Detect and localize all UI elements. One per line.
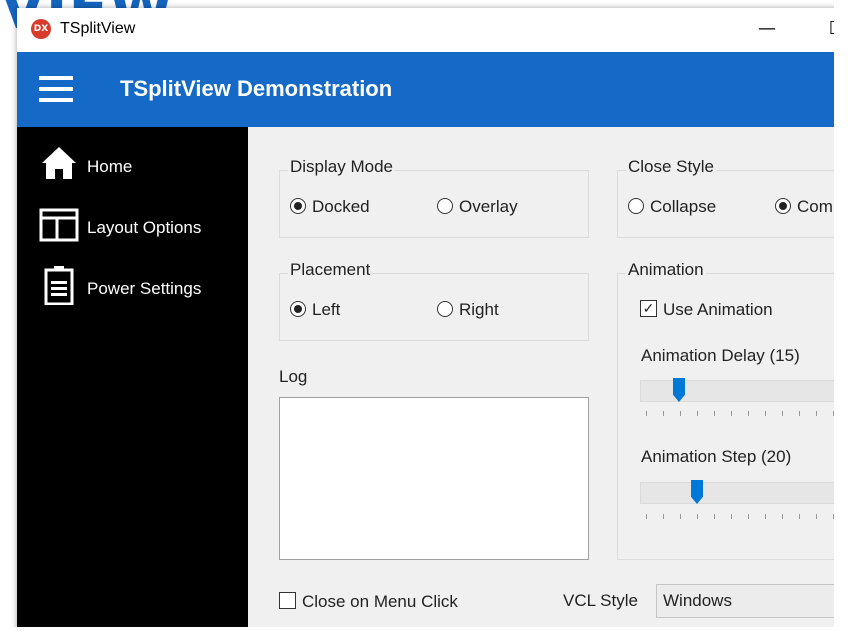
placement-left-radio[interactable]: Left	[290, 299, 340, 321]
display-mode-label: Display Mode	[288, 157, 395, 177]
sidebar-item-label: Home	[87, 157, 133, 176]
animation-delay-label: Animation Delay (15)	[641, 346, 800, 365]
minimize-button[interactable]: —	[747, 14, 787, 44]
sidebar: Home Layout Options Power Settings	[17, 127, 248, 635]
radio-checked-icon	[290, 197, 306, 214]
title-bar: DX TSplitView — ☐	[17, 8, 854, 52]
devexpress-logo-icon: DX	[31, 19, 51, 39]
sidebar-item-home[interactable]: Home	[17, 135, 248, 191]
app-header: TSplitView Demonstration	[17, 52, 854, 127]
radio-unchecked-icon	[437, 197, 453, 214]
close-on-menu-click-checkbox[interactable]: Close on Menu Click	[279, 591, 458, 613]
animation-step-label: Animation Step (20)	[641, 447, 792, 466]
animation-step-ticks	[646, 514, 854, 520]
placement-right-radio[interactable]: Right	[437, 299, 499, 321]
window-title: TSplitView	[60, 20, 136, 37]
animation-label: Animation	[626, 260, 706, 280]
radio-unchecked-icon	[437, 300, 453, 317]
sidebar-item-layout-options[interactable]: Layout Options	[17, 196, 248, 252]
sidebar-item-power-settings[interactable]: Power Settings	[17, 257, 248, 313]
hamburger-menu-icon[interactable]	[39, 76, 73, 102]
header-title: TSplitView Demonstration	[120, 76, 393, 101]
checkbox-unchecked-icon	[279, 592, 296, 610]
home-icon	[42, 147, 76, 179]
sidebar-item-label: Power Settings	[87, 279, 202, 298]
close-style-label: Close Style	[626, 157, 716, 177]
log-label: Log	[279, 367, 308, 386]
vcl-style-label: VCL Style	[563, 591, 638, 610]
log-textarea[interactable]	[279, 397, 589, 560]
checkbox-checked-icon: ✓	[640, 300, 657, 318]
radio-checked-icon	[775, 197, 791, 214]
radio-checked-icon	[290, 300, 306, 317]
main-content: Display Mode Docked Overlay Close Style …	[248, 127, 854, 635]
vcl-style-combobox[interactable]: Windows	[656, 584, 854, 618]
sidebar-item-label: Layout Options	[87, 218, 202, 237]
animation-step-slider[interactable]	[640, 482, 854, 504]
animation-delay-slider[interactable]	[640, 380, 854, 402]
animation-delay-ticks	[646, 411, 854, 417]
battery-icon	[44, 266, 74, 305]
torn-edge-bottom	[0, 627, 854, 635]
use-animation-checkbox[interactable]: ✓ Use Animation	[640, 299, 773, 321]
display-mode-docked-radio[interactable]: Docked	[290, 196, 370, 218]
layout-icon	[39, 208, 79, 242]
app-window: DX TSplitView — ☐ TSplitView Demonstrati…	[17, 8, 854, 635]
torn-edge-right	[834, 0, 854, 635]
close-style-compact-radio[interactable]: Com	[775, 196, 833, 218]
radio-unchecked-icon	[628, 197, 644, 214]
display-mode-overlay-radio[interactable]: Overlay	[437, 196, 518, 218]
placement-label: Placement	[288, 260, 373, 280]
close-style-collapse-radio[interactable]: Collapse	[628, 196, 716, 218]
